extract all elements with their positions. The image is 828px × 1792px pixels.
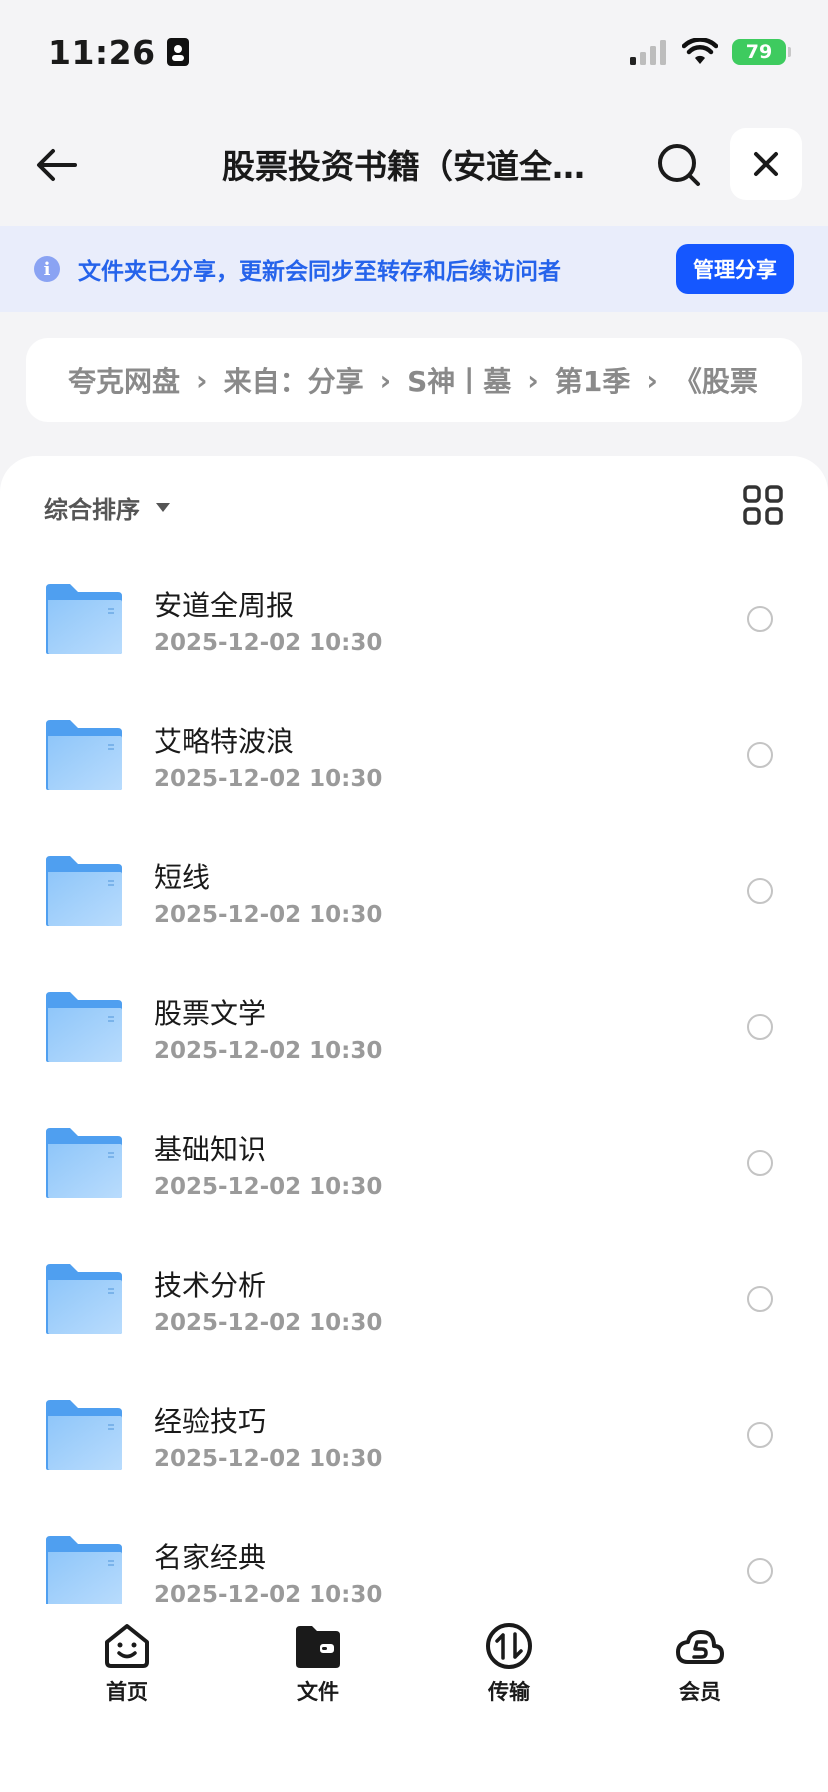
battery-charging-icon: 79 bbox=[732, 39, 791, 65]
select-radio[interactable] bbox=[747, 1422, 773, 1448]
folder-icon bbox=[46, 992, 122, 1062]
status-icons: 79 bbox=[630, 38, 791, 66]
info-icon: i bbox=[34, 256, 60, 282]
share-banner: i 文件夹已分享，更新会同步至转存和后续访问者 管理分享 bbox=[0, 226, 828, 312]
file-row[interactable]: 短线 2025-12-02 10:30 bbox=[0, 828, 828, 964]
search-button[interactable] bbox=[652, 138, 706, 192]
file-date: 2025-12-02 10:30 bbox=[154, 630, 383, 656]
header: 股票投资书籍（安道全… bbox=[0, 104, 828, 224]
breadcrumb-item[interactable]: 《股票 bbox=[674, 360, 758, 400]
wifi-icon bbox=[682, 38, 718, 64]
close-icon bbox=[754, 152, 778, 176]
breadcrumb-separator: › bbox=[646, 363, 658, 397]
nav-item-transfer[interactable]: 传输 bbox=[449, 1620, 569, 1720]
status-time: 11:26 bbox=[48, 33, 190, 72]
id-card-icon bbox=[166, 38, 189, 66]
back-arrow-icon bbox=[37, 149, 77, 181]
back-button[interactable] bbox=[30, 138, 84, 192]
select-radio[interactable] bbox=[747, 1150, 773, 1176]
select-radio[interactable] bbox=[747, 1014, 773, 1040]
page-title: 股票投资书籍（安道全… bbox=[222, 147, 585, 186]
file-name: 技术分析 bbox=[154, 1269, 267, 1302]
file-panel: 综合排序 安道全周报 2025-12-02 10:30 艾略特波浪 2025-1… bbox=[0, 456, 828, 1606]
grid-view-icon bbox=[743, 485, 783, 525]
file-date: 2025-12-02 10:30 bbox=[154, 1174, 383, 1200]
file-row[interactable]: 名家经典 2025-12-02 10:30 bbox=[0, 1508, 828, 1606]
folder-icon bbox=[46, 584, 122, 654]
nav-label: 传输 bbox=[488, 1680, 530, 1704]
file-date: 2025-12-02 10:30 bbox=[154, 1310, 383, 1336]
breadcrumb-separator: › bbox=[379, 363, 392, 397]
breadcrumb: 夸克网盘 › 来自：分享 › S神丨墓 › 第1季 › 《股票 bbox=[26, 338, 802, 422]
nav-label: 首页 bbox=[106, 1680, 148, 1704]
breadcrumb-item[interactable]: 来自：分享 bbox=[224, 360, 364, 400]
file-name: 安道全周报 bbox=[154, 589, 295, 622]
file-row[interactable]: 经验技巧 2025-12-02 10:30 bbox=[0, 1372, 828, 1508]
nav-item-vip[interactable]: 会员 bbox=[640, 1620, 760, 1720]
file-name: 股票文学 bbox=[154, 997, 267, 1030]
battery-level: 79 bbox=[745, 41, 773, 63]
manage-share-button[interactable]: 管理分享 bbox=[676, 244, 794, 294]
file-date: 2025-12-02 10:30 bbox=[154, 1582, 383, 1606]
folder-wallet-icon bbox=[296, 1626, 340, 1668]
file-row[interactable]: 安道全周报 2025-12-02 10:30 bbox=[0, 556, 828, 692]
sort-row: 综合排序 bbox=[0, 456, 828, 552]
file-row[interactable]: 艾略特波浪 2025-12-02 10:30 bbox=[0, 692, 828, 828]
file-date: 2025-12-02 10:30 bbox=[154, 902, 383, 928]
folder-icon bbox=[46, 1264, 122, 1334]
breadcrumb-separator: › bbox=[196, 363, 208, 397]
folder-icon bbox=[46, 1400, 122, 1470]
folder-icon bbox=[46, 720, 122, 790]
select-radio[interactable] bbox=[747, 1558, 773, 1584]
home-smile-icon bbox=[105, 1624, 149, 1668]
sort-dropdown[interactable]: 综合排序 bbox=[44, 490, 170, 525]
caret-down-icon bbox=[156, 503, 170, 512]
file-row[interactable]: 技术分析 2025-12-02 10:30 bbox=[0, 1236, 828, 1372]
file-row[interactable]: 基础知识 2025-12-02 10:30 bbox=[0, 1100, 828, 1236]
file-date: 2025-12-02 10:30 bbox=[154, 1446, 383, 1472]
transfer-icon bbox=[486, 1623, 532, 1669]
share-banner-text: 文件夹已分享，更新会同步至转存和后续访问者 bbox=[78, 259, 561, 285]
file-date: 2025-12-02 10:30 bbox=[154, 1038, 383, 1064]
select-radio[interactable] bbox=[747, 742, 773, 768]
status-time-text: 11:26 bbox=[48, 32, 156, 72]
nav-label: 会员 bbox=[679, 1680, 721, 1704]
breadcrumb-item[interactable]: 第1季 bbox=[555, 360, 630, 400]
breadcrumb-item[interactable]: 夸克网盘 bbox=[68, 360, 180, 400]
file-date: 2025-12-02 10:30 bbox=[154, 766, 383, 792]
file-name: 短线 bbox=[154, 861, 211, 894]
folder-icon bbox=[46, 1128, 122, 1198]
cellular-signal-icon bbox=[630, 40, 666, 65]
select-radio[interactable] bbox=[747, 878, 773, 904]
nav-item-home[interactable]: 首页 bbox=[67, 1620, 187, 1720]
file-name: 名家经典 bbox=[154, 1541, 267, 1574]
file-name: 艾略特波浪 bbox=[154, 725, 295, 758]
status-bar: 11:26 79 bbox=[0, 0, 828, 104]
grid-view-button[interactable] bbox=[742, 484, 784, 526]
folder-icon bbox=[46, 1536, 122, 1606]
vip-cloud-icon bbox=[676, 1630, 724, 1664]
select-radio[interactable] bbox=[747, 1286, 773, 1312]
close-button[interactable] bbox=[730, 128, 802, 200]
nav-item-files[interactable]: 文件 bbox=[258, 1620, 378, 1720]
file-row[interactable]: 股票文学 2025-12-02 10:30 bbox=[0, 964, 828, 1100]
file-name: 经验技巧 bbox=[154, 1405, 267, 1438]
search-icon bbox=[658, 144, 700, 186]
sort-label: 综合排序 bbox=[44, 496, 140, 524]
file-list: 安道全周报 2025-12-02 10:30 艾略特波浪 2025-12-02 … bbox=[0, 556, 828, 1606]
file-name: 基础知识 bbox=[154, 1133, 267, 1166]
breadcrumb-item[interactable]: S神丨墓 bbox=[407, 360, 511, 400]
bottom-nav: 首页 文件 传输 会员 bbox=[0, 1604, 828, 1792]
folder-icon bbox=[46, 856, 122, 926]
breadcrumb-separator: › bbox=[527, 363, 539, 397]
select-radio[interactable] bbox=[747, 606, 773, 632]
nav-label: 文件 bbox=[297, 1680, 339, 1704]
